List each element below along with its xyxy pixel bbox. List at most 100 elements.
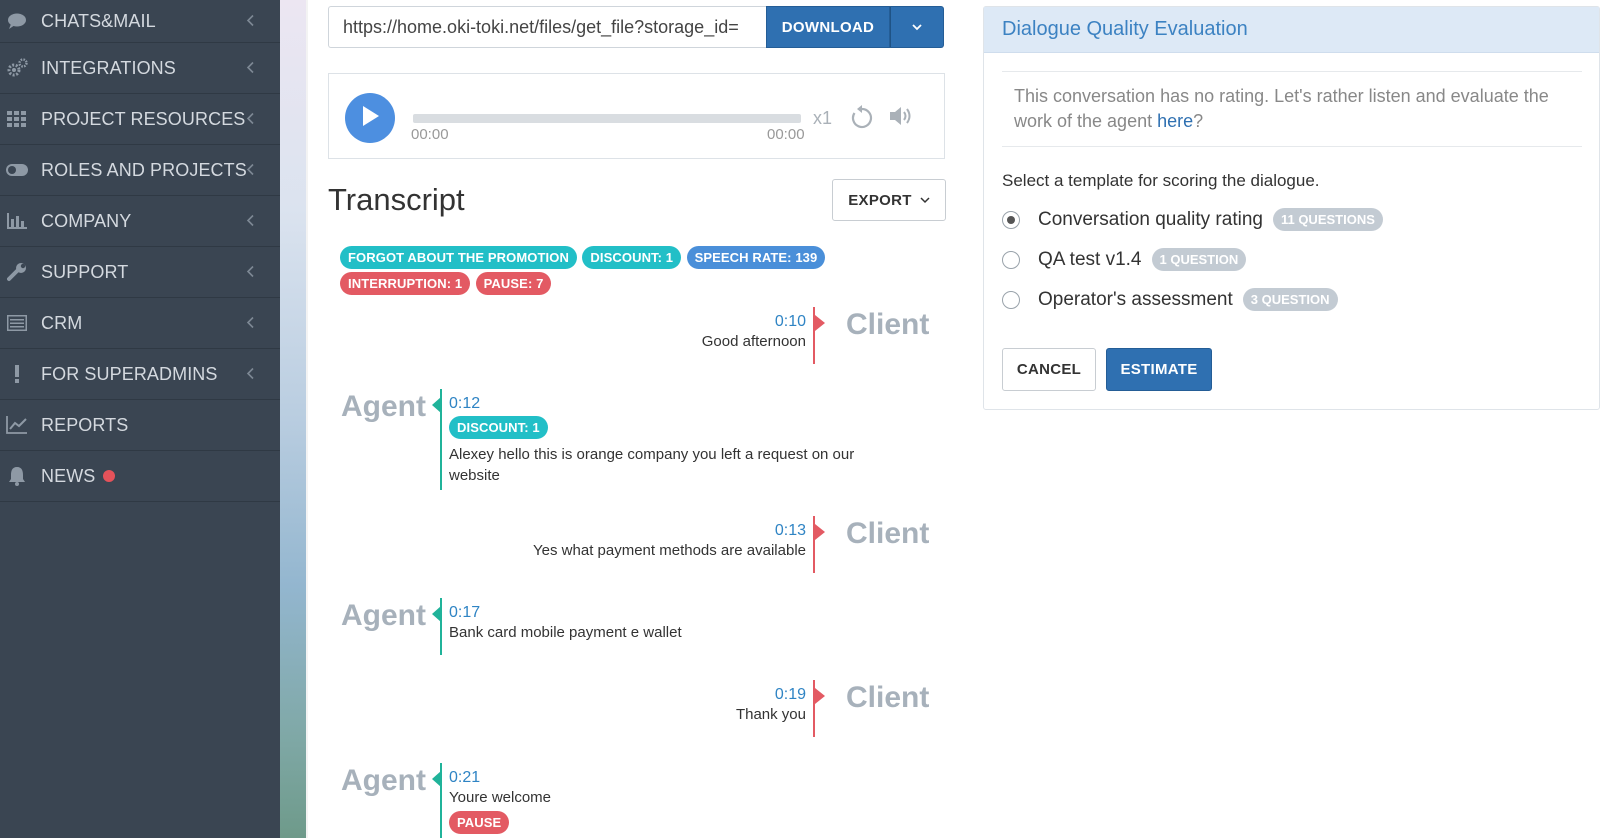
agent-marker-icon	[432, 606, 441, 622]
sidebar-item-label: NEWS	[41, 465, 96, 486]
tag-badge: SPEECH RATE: 139	[686, 246, 826, 269]
sidebar-item-for-superadmins[interactable]: FOR SUPERADMINS	[0, 349, 280, 400]
sidebar-item-support[interactable]: SUPPORT	[0, 247, 280, 298]
notice-text: This conversation has no rating. Let's r…	[1014, 86, 1549, 131]
template-option[interactable]: Operator's assessment 3 QUESTION	[1002, 288, 1338, 311]
sidebar-item-integrations[interactable]: INTEGRATIONS	[0, 43, 280, 94]
recording-url-value: https://home.oki-toki.net/files/get_file…	[343, 16, 739, 37]
message-timestamp[interactable]: 0:17	[449, 604, 889, 622]
gears-icon	[6, 57, 28, 79]
dialogue-evaluation-panel: Dialogue Quality Evaluation This convers…	[983, 6, 1600, 410]
list-icon	[6, 312, 28, 334]
chevron-left-icon	[246, 262, 254, 283]
export-button[interactable]: EXPORT	[832, 179, 946, 221]
chevron-left-icon	[246, 109, 254, 130]
decorative-background-strip	[280, 0, 308, 838]
tag-badge: PAUSE	[449, 811, 510, 834]
sidebar-item-roles-and-projects[interactable]: ROLES AND PROJECTS	[0, 145, 280, 196]
tag-badge: FORGOT ABOUT THE PROMOTION	[340, 246, 577, 269]
client-marker-icon	[815, 688, 825, 704]
transcript-message-agent: 0:21 Youre welcome PAUSE	[432, 763, 889, 838]
message-text: Good afternoon	[701, 333, 806, 350]
chevron-left-icon	[246, 11, 254, 32]
client-marker-icon	[815, 524, 825, 540]
line-chart-icon	[6, 414, 28, 436]
download-row: https://home.oki-toki.net/files/get_file…	[328, 6, 945, 48]
message-timestamp[interactable]: 0:19	[511, 686, 806, 704]
chevron-left-icon	[246, 364, 254, 385]
notification-dot	[103, 470, 116, 482]
sidebar-item-company[interactable]: COMPANY	[0, 196, 280, 247]
panel-title: Dialogue Quality Evaluation	[984, 7, 1599, 53]
notice-suffix: ?	[1193, 111, 1204, 131]
tag-badge: INTERRUPTION: 1	[340, 272, 471, 295]
sidebar-item-label: PROJECT RESOURCES	[41, 108, 246, 129]
chevron-down-icon	[911, 18, 923, 36]
speaker-label-agent: Agent	[341, 599, 426, 632]
chevron-left-icon	[246, 58, 254, 79]
template-select-label: Select a template for scoring the dialog…	[1002, 171, 1320, 190]
message-timestamp[interactable]: 0:13	[511, 522, 806, 540]
cancel-button[interactable]: CANCEL	[1002, 348, 1096, 391]
play-button[interactable]	[345, 93, 395, 143]
download-dropdown-toggle[interactable]	[890, 6, 944, 48]
sidebar-item-label: CHATS&MAIL	[41, 10, 156, 31]
play-icon	[360, 105, 380, 132]
bell-icon	[6, 465, 28, 487]
message-timestamp[interactable]: 0:21	[449, 769, 889, 787]
question-count-badge: 3 QUESTION	[1242, 288, 1338, 311]
sidebar-item-chats-mail[interactable]: CHATS&MAIL	[0, 0, 280, 43]
bar-chart-icon	[6, 210, 28, 232]
template-label: QA test v1.4	[1038, 248, 1142, 270]
chevron-left-icon	[246, 160, 254, 181]
recording-url-field[interactable]: https://home.oki-toki.net/files/get_file…	[328, 6, 766, 48]
tag-badge: DISCOUNT: 1	[582, 246, 682, 269]
message-text: Yes what payment methods are available	[533, 542, 806, 559]
playback-progress-track[interactable]	[413, 114, 801, 123]
playback-speed-button[interactable]: x1	[813, 108, 832, 129]
radio-button[interactable]	[1002, 290, 1020, 309]
transcript-message-client: 0:10 Good afternoon	[511, 307, 825, 364]
sidebar-item-label: COMPANY	[41, 210, 132, 231]
sidebar-item-label: SUPPORT	[41, 261, 129, 282]
template-option[interactable]: Conversation quality rating 11 QUESTIONS	[1002, 208, 1383, 231]
client-marker-icon	[815, 315, 825, 331]
transcript-message-client: 0:13 Yes what payment methods are availa…	[511, 516, 825, 573]
sidebar-item-label: INTEGRATIONS	[41, 57, 176, 78]
sidebar-item-reports[interactable]: REPORTS	[0, 400, 280, 451]
transcript-message-client: 0:19 Thank you	[511, 680, 825, 737]
template-label: Conversation quality rating	[1038, 208, 1263, 230]
estimate-button[interactable]: ESTIMATE	[1106, 348, 1212, 391]
template-option[interactable]: QA test v1.4 1 QUESTION	[1002, 248, 1247, 271]
sidebar-item-label: CRM	[41, 312, 83, 333]
radio-button[interactable]	[1002, 210, 1020, 229]
export-button-label: EXPORT	[848, 191, 912, 209]
radio-button[interactable]	[1002, 250, 1020, 269]
speaker-label-agent: Agent	[341, 390, 426, 423]
transcript-tags: FORGOT ABOUT THE PROMOTION DISCOUNT: 1 S…	[340, 246, 940, 298]
agent-marker-icon	[432, 397, 441, 413]
speaker-label-agent: Agent	[341, 764, 426, 797]
message-timestamp[interactable]: 0:12	[449, 395, 889, 413]
replay-icon[interactable]	[851, 105, 873, 134]
message-text: Bank card mobile payment e wallet	[449, 624, 682, 641]
radio-selected-dot	[1007, 215, 1015, 224]
download-button[interactable]: DOWNLOAD	[766, 6, 890, 48]
volume-icon[interactable]	[889, 104, 915, 133]
sidebar-item-crm[interactable]: CRM	[0, 298, 280, 349]
template-label: Operator's assessment	[1038, 288, 1233, 310]
message-timestamp[interactable]: 0:10	[511, 313, 806, 331]
sidebar-item-project-resources[interactable]: PROJECT RESOURCES	[0, 94, 280, 145]
question-count-badge: 11 QUESTIONS	[1272, 208, 1383, 231]
chevron-left-icon	[246, 313, 254, 334]
tag-badge: DISCOUNT: 1	[449, 416, 548, 439]
evaluate-here-link[interactable]: here	[1157, 111, 1193, 131]
transcript-title: Transcript	[328, 182, 465, 217]
toggle-icon	[6, 159, 28, 181]
sidebar: CHATS&MAIL INTEGRATIONS PROJECT RESOURCE…	[0, 0, 280, 838]
sidebar-item-news[interactable]: NEWS	[0, 451, 280, 502]
wrench-icon	[6, 261, 28, 283]
audio-player: 00:00 00:00 x1	[328, 73, 945, 159]
question-count-badge: 1 QUESTION	[1151, 248, 1247, 271]
current-time: 00:00	[411, 126, 449, 143]
